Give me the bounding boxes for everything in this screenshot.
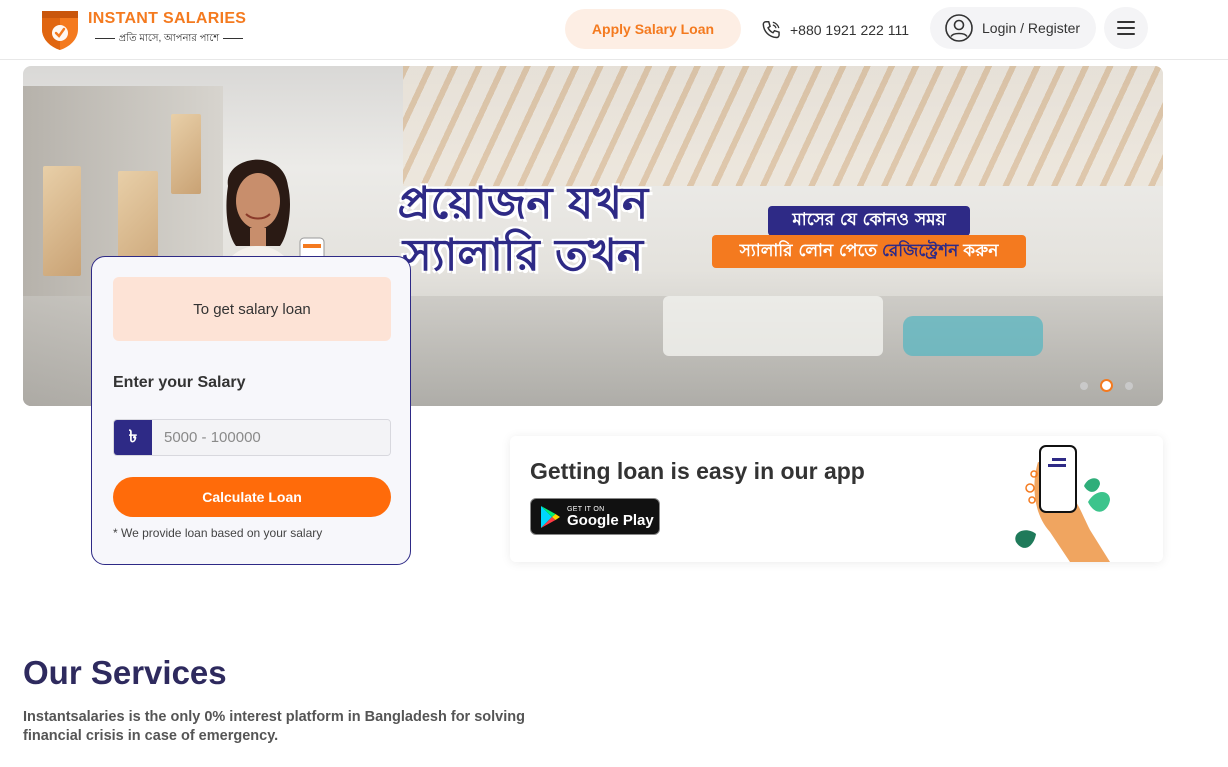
phone-number: +880 1921 222 111 <box>790 22 909 38</box>
salary-field-group: ৳ <box>113 419 391 456</box>
office-sofa-decor <box>903 316 1043 356</box>
google-play-text: GET IT ON Google Play <box>567 506 654 528</box>
hero-badge-register: স্যালারি লোন পেতে রেজিস্ট্রেশন করুন <box>712 235 1026 268</box>
wall-panel <box>43 166 81 276</box>
apply-salary-loan-button[interactable]: Apply Salary Loan <box>565 9 741 49</box>
user-circle-icon <box>945 14 973 42</box>
carousel-dot-2[interactable] <box>1100 379 1113 392</box>
carousel-dot-1[interactable] <box>1080 381 1088 390</box>
services-description: Instantsalaries is the only 0% interest … <box>23 709 525 744</box>
hamburger-menu-icon <box>1117 21 1135 35</box>
app-promo-box: Getting loan is easy in our app GET IT O… <box>510 436 1163 562</box>
salary-field-label: Enter your Salary <box>113 374 246 391</box>
hand-phone-illustration <box>1015 445 1110 562</box>
services-title: Our Services <box>23 654 227 691</box>
google-play-big-text: Google Play <box>567 511 654 529</box>
phone-contact[interactable]: +880 1921 222 111 <box>760 18 909 42</box>
top-nav: INSTANT SALARIES প্রতি মাসে, আপনার পাশে … <box>0 0 1228 60</box>
brand-name: INSTANT SALARIES <box>88 10 247 27</box>
office-desk-decor <box>663 296 883 356</box>
hero-badge-text-highlight: রেজিস্ট্রেশন <box>882 240 959 261</box>
google-play-button[interactable]: GET IT ON Google Play <box>530 498 660 535</box>
hero-badge-anytime: মাসের যে কোনও সময় <box>768 206 970 236</box>
phone-icon <box>762 21 780 39</box>
hero-badge-text-post: করুন <box>963 240 999 261</box>
brand-logo[interactable]: INSTANT SALARIES প্রতি মাসে, আপনার পাশে <box>38 7 253 51</box>
google-play-icon <box>541 505 560 528</box>
salary-loan-card: To get salary loan Enter your Salary ৳ C… <box>91 256 411 565</box>
brand-tagline: প্রতি মাসে, আপনার পাশে <box>90 31 248 48</box>
shield-check-icon <box>42 11 78 50</box>
hero-headline-line2: স্যালারি তখন <box>402 230 644 281</box>
login-register-button[interactable]: Login / Register <box>930 7 1096 49</box>
salary-input[interactable] <box>152 420 390 455</box>
taka-currency-icon: ৳ <box>114 420 152 455</box>
hero-headline-line1: প্রয়োজন যখন <box>397 178 649 229</box>
login-register-label: Login / Register <box>982 20 1081 36</box>
hamburger-menu-button[interactable] <box>1104 7 1148 49</box>
salary-card-banner: To get salary loan <box>113 277 391 341</box>
carousel-dot-3[interactable] <box>1125 381 1133 390</box>
carousel-dots <box>1080 379 1133 392</box>
hero-headline: প্রয়োজন যখন স্যালারি তখন <box>383 178 663 282</box>
salary-card-note: * We provide loan based on your salary <box>113 526 323 540</box>
app-promo-title: Getting loan is easy in our app <box>530 458 865 484</box>
hero-ceiling-decor <box>403 66 1163 186</box>
hero-badge-text-pre: স্যালারি লোন পেতে <box>739 240 878 261</box>
calculate-loan-button[interactable]: Calculate Loan <box>113 477 391 517</box>
